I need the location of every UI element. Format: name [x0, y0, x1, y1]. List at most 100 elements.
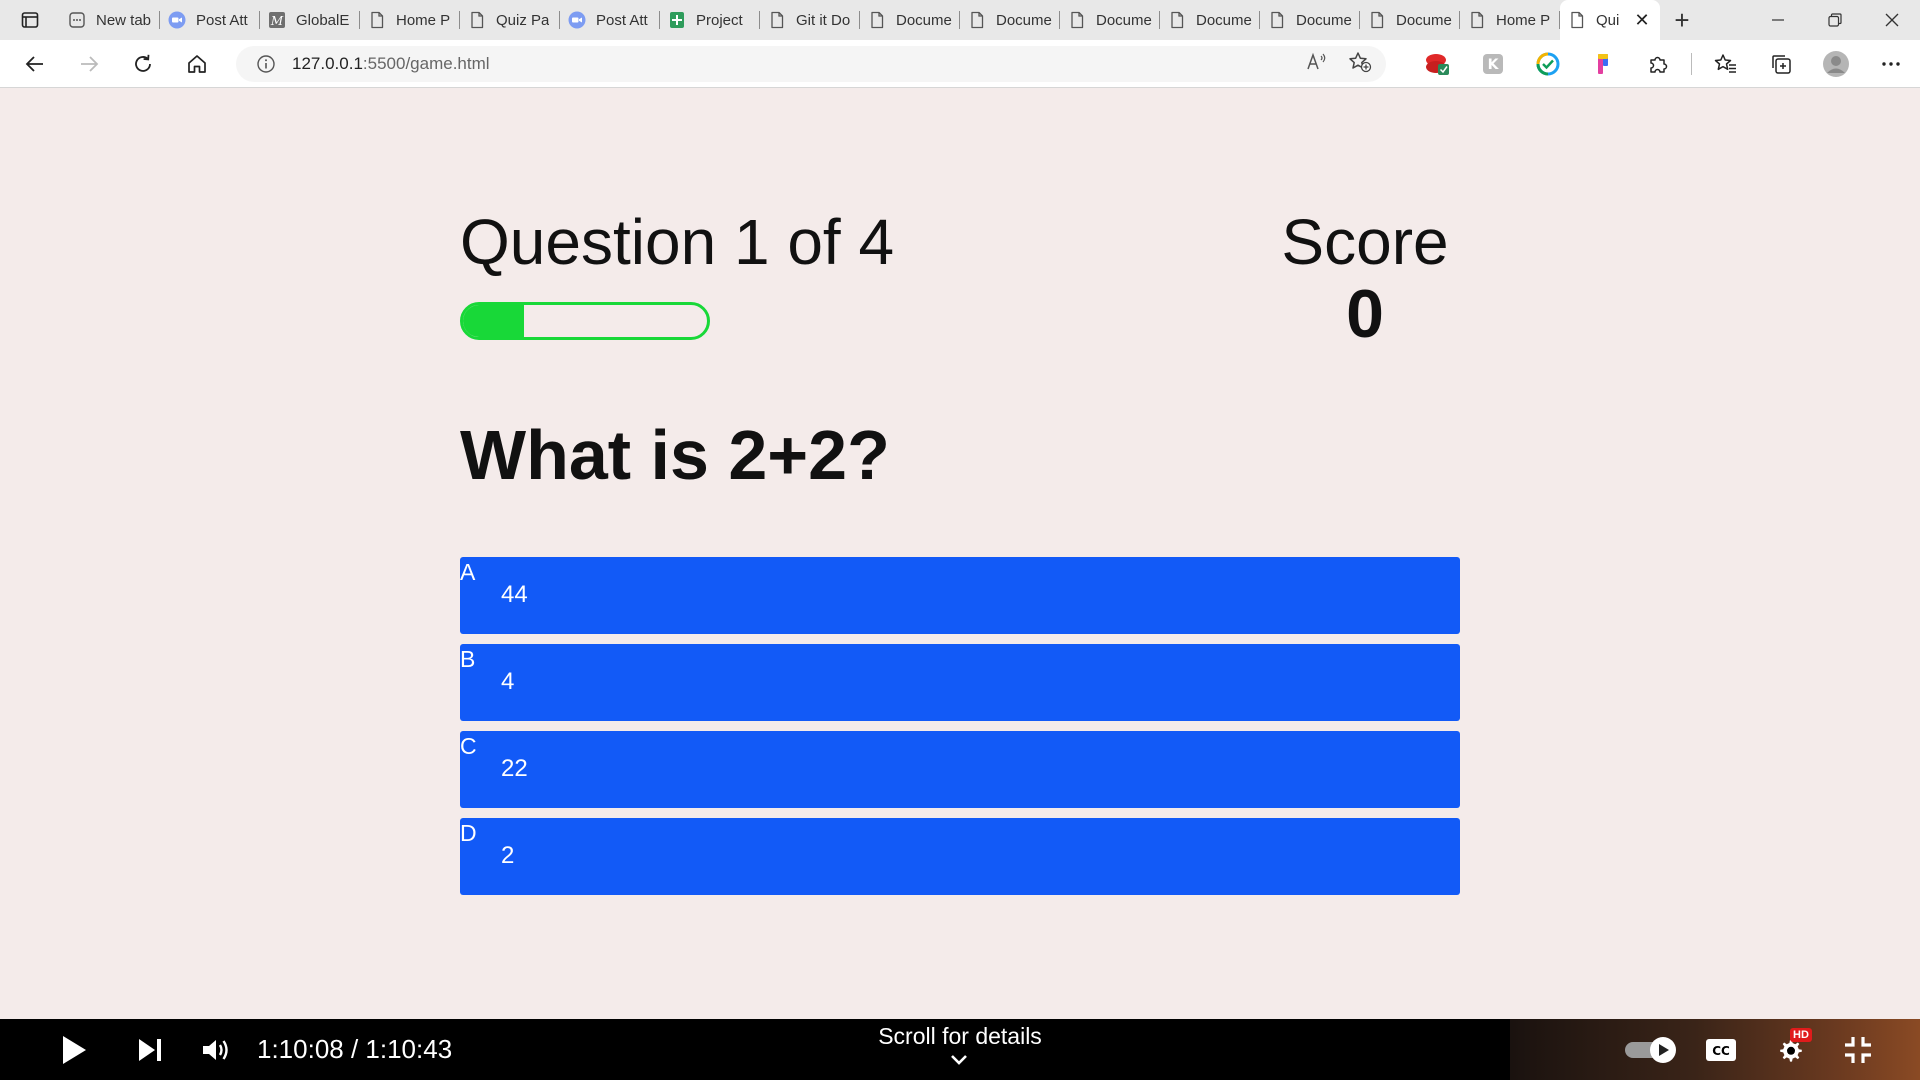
restore-icon: [1827, 13, 1842, 27]
page-icon: [1068, 11, 1086, 29]
tab-list: New tab Post Att M GlobalE Home P Quiz Pa Post…: [60, 0, 1660, 40]
forward-button[interactable]: [62, 40, 116, 88]
tab-title: Git it Do: [796, 11, 851, 29]
browser-tab[interactable]: Docume: [1160, 0, 1260, 40]
avatar: [1822, 51, 1849, 77]
browser-tab[interactable]: Docume: [1360, 0, 1460, 40]
browser-tab[interactable]: Project: [660, 0, 760, 40]
tab-title: Docume: [1096, 11, 1152, 29]
home-button[interactable]: [170, 40, 224, 88]
minimize-button[interactable]: [1749, 0, 1806, 40]
arrow-right-icon: [81, 55, 99, 72]
tab-title: Docume: [1196, 11, 1252, 29]
address-bar[interactable]: 127.0.0.1:5500/game.html: [236, 46, 1386, 82]
captions-button[interactable]: CC: [1703, 1019, 1739, 1080]
puzzle-icon: [1649, 56, 1667, 73]
choice-container-b[interactable]: B 4: [460, 644, 1460, 721]
extension-k-button[interactable]: K: [1465, 40, 1520, 88]
browser-tab[interactable]: New tab: [60, 0, 160, 40]
restore-button[interactable]: [1806, 0, 1863, 40]
favorites-icon: [1714, 54, 1736, 73]
extension-k-icon: K: [1482, 54, 1503, 74]
exit-fullscreen-button[interactable]: [1838, 1019, 1878, 1080]
extension-color-button[interactable]: [1575, 40, 1630, 88]
volume-button[interactable]: [197, 1019, 237, 1080]
tab-title: Home P: [396, 11, 451, 29]
close-icon: [1885, 13, 1898, 27]
info-icon[interactable]: [256, 54, 276, 74]
url-host: 127.0.0.1: [292, 54, 363, 73]
browser-tab[interactable]: M GlobalE: [260, 0, 360, 40]
tab-close-icon[interactable]: ✕: [1632, 10, 1652, 31]
score-label: Score: [1281, 206, 1449, 278]
svg-text:K: K: [1487, 57, 1499, 73]
read-aloud-icon: [1307, 52, 1326, 69]
time-display: 1:10:08 / 1:10:43: [257, 1034, 453, 1064]
chevron-down-icon[interactable]: [949, 1053, 969, 1071]
close-window-button[interactable]: [1863, 0, 1920, 40]
hd-badge: HD: [1786, 1025, 1816, 1045]
extension-red-icon: [1425, 54, 1449, 75]
url-text[interactable]: 127.0.0.1:5500/game.html: [292, 54, 490, 74]
browser-tab[interactable]: Home P: [1460, 0, 1560, 40]
choice-text[interactable]: 44: [501, 581, 528, 609]
new-tab-button[interactable]: +: [1660, 0, 1704, 40]
refresh-icon: [135, 54, 151, 72]
page-icon: [468, 11, 486, 29]
choice-text[interactable]: 2: [501, 842, 514, 870]
sheets-icon: [668, 11, 686, 29]
browser-tab[interactable]: Quiz Pa: [460, 0, 560, 40]
autoplay-toggle[interactable]: [1623, 1019, 1679, 1080]
browser-toolbar: 127.0.0.1:5500/game.html K: [0, 40, 1920, 88]
video-player-bar: 1:10:08 / 1:10:43 Scroll for details CC …: [0, 1019, 1920, 1080]
extension-grammar-button[interactable]: [1520, 40, 1575, 88]
page-icon: [1368, 11, 1386, 29]
extensions-button[interactable]: [1630, 40, 1685, 88]
newtab-icon: [68, 11, 86, 29]
choice-container-a[interactable]: A 44: [460, 557, 1460, 634]
tab-title: Qui: [1596, 11, 1620, 29]
choice-prefix: D: [460, 820, 477, 846]
profile-button[interactable]: [1808, 40, 1863, 88]
page-icon: [868, 11, 886, 29]
tab-title: Docume: [1296, 11, 1352, 29]
browser-tab[interactable]: Docume: [1060, 0, 1160, 40]
refresh-button[interactable]: [116, 40, 170, 88]
browser-tab[interactable]: Post Att: [160, 0, 260, 40]
browser-tab[interactable]: Post Att: [560, 0, 660, 40]
more-dots-icon: [1881, 62, 1900, 66]
choice-text[interactable]: 22: [501, 755, 528, 783]
browser-tab[interactable]: Home P: [360, 0, 460, 40]
browser-tab[interactable]: Docume: [960, 0, 1060, 40]
page-icon: [1268, 11, 1286, 29]
add-favorite-button[interactable]: [1348, 51, 1372, 78]
scroll-hint[interactable]: Scroll for details: [860, 1023, 1060, 1050]
url-path: :5500/game.html: [362, 54, 490, 73]
address-bar-actions: [1306, 46, 1372, 82]
favorites-button[interactable]: [1698, 40, 1753, 88]
choice-text[interactable]: 4: [501, 668, 514, 696]
collections-button[interactable]: [1753, 40, 1808, 88]
browser-tab-active[interactable]: Qui ✕: [1560, 0, 1660, 40]
tab-title: Home P: [1496, 11, 1551, 29]
tab-actions-button[interactable]: [0, 0, 60, 40]
play-button[interactable]: [52, 1019, 96, 1080]
extension-red-button[interactable]: [1410, 40, 1465, 88]
page-icon: [368, 11, 386, 29]
skip-next-icon: [139, 1038, 161, 1061]
tab-title: Post Att: [596, 11, 648, 29]
browser-tab[interactable]: Docume: [1260, 0, 1360, 40]
read-aloud-button[interactable]: [1306, 52, 1328, 77]
page-content: Question 1 of 4 Score 0 What is 2+2? A 4…: [0, 89, 1920, 1019]
choice-prefix: C: [460, 733, 477, 759]
choice-container-c[interactable]: C 22: [460, 731, 1460, 808]
back-button[interactable]: [8, 40, 62, 88]
browser-tab[interactable]: Docume: [860, 0, 960, 40]
window-controls: [1749, 0, 1920, 40]
choice-container-d[interactable]: D 2: [460, 818, 1460, 895]
settings-more-button[interactable]: [1863, 40, 1918, 88]
tab-title: New tab: [96, 11, 152, 29]
choice-list: A 44 B 4 C 22 D 2: [460, 557, 1460, 905]
next-button[interactable]: [130, 1019, 170, 1080]
browser-tab[interactable]: Git it Do: [760, 0, 860, 40]
